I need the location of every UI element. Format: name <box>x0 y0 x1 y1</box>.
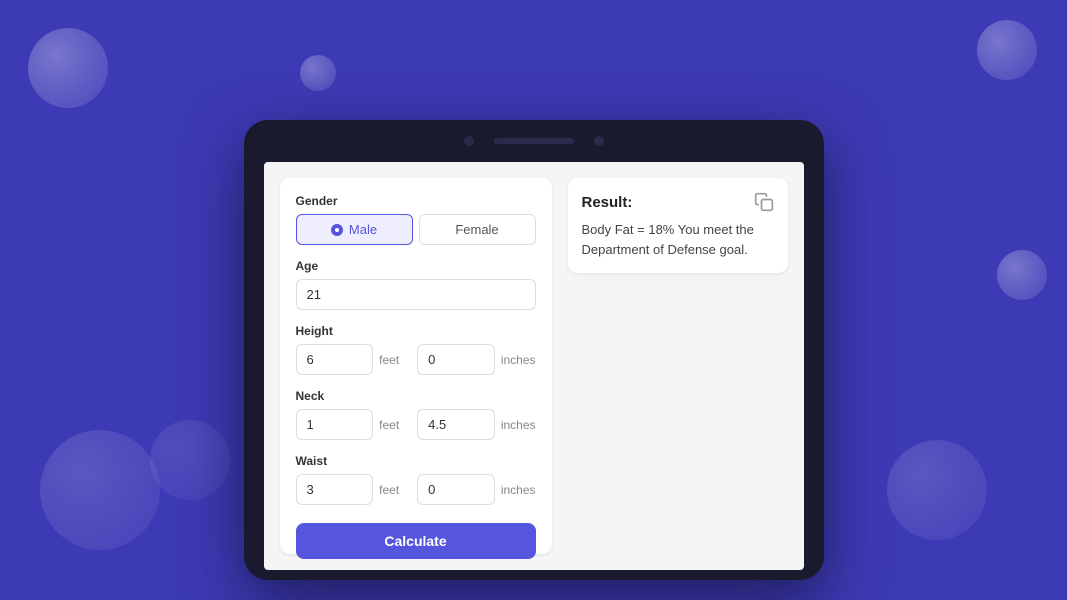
neck-measurement-row: feet inches <box>296 409 536 440</box>
decorative-bubble-6 <box>887 440 987 540</box>
tablet-top-bar <box>244 120 824 162</box>
waist-field-group: Waist feet inches <box>296 454 536 505</box>
tablet-mic <box>594 136 604 146</box>
decorative-bubble-3 <box>977 20 1037 80</box>
waist-feet-input[interactable] <box>296 474 374 505</box>
height-measurement-row: feet inches <box>296 344 536 375</box>
result-header: Result: <box>582 192 774 212</box>
neck-inches-input[interactable] <box>417 409 495 440</box>
female-label: Female <box>455 222 498 237</box>
age-label: Age <box>296 259 536 273</box>
decorative-bubble-7 <box>997 250 1047 300</box>
waist-inches-unit: inches <box>501 483 536 497</box>
gender-label: Gender <box>296 194 536 208</box>
neck-feet-input[interactable] <box>296 409 374 440</box>
height-feet-input[interactable] <box>296 344 374 375</box>
neck-label: Neck <box>296 389 536 403</box>
tablet-screen: Gender Male Female Age Height <box>264 162 804 570</box>
height-field-group: Height feet inches <box>296 324 536 375</box>
result-panel: Result: Body Fat = 18% You meet the Depa… <box>568 178 788 273</box>
male-button[interactable]: Male <box>296 214 413 245</box>
gender-field-group: Gender Male Female <box>296 194 536 245</box>
neck-field-group: Neck feet inches <box>296 389 536 440</box>
calculate-button[interactable]: Calculate <box>296 523 536 559</box>
age-field-group: Age <box>296 259 536 310</box>
tablet-device: Gender Male Female Age Height <box>244 120 824 580</box>
tablet-camera <box>464 136 474 146</box>
female-button[interactable]: Female <box>419 214 536 245</box>
tablet-speaker <box>494 138 574 144</box>
waist-feet-unit: feet <box>379 483 411 497</box>
height-feet-unit: feet <box>379 353 411 367</box>
decorative-bubble-4 <box>40 430 160 550</box>
height-inches-input[interactable] <box>417 344 495 375</box>
age-input[interactable] <box>296 279 536 310</box>
decorative-bubble-5 <box>150 420 230 500</box>
waist-measurement-row: feet inches <box>296 474 536 505</box>
copy-icon[interactable] <box>754 192 774 212</box>
calculate-label: Calculate <box>384 533 446 549</box>
height-label: Height <box>296 324 536 338</box>
gender-row: Male Female <box>296 214 536 245</box>
form-panel: Gender Male Female Age Height <box>280 178 552 554</box>
result-text: Body Fat = 18% You meet the Department o… <box>582 220 774 259</box>
decorative-bubble-2 <box>300 55 336 91</box>
neck-feet-unit: feet <box>379 418 411 432</box>
result-title: Result: <box>582 194 633 211</box>
neck-inches-unit: inches <box>501 418 536 432</box>
height-inches-unit: inches <box>501 353 536 367</box>
waist-inches-input[interactable] <box>417 474 495 505</box>
waist-label: Waist <box>296 454 536 468</box>
decorative-bubble-1 <box>28 28 108 108</box>
male-label: Male <box>349 222 377 237</box>
male-radio-dot <box>331 224 343 236</box>
